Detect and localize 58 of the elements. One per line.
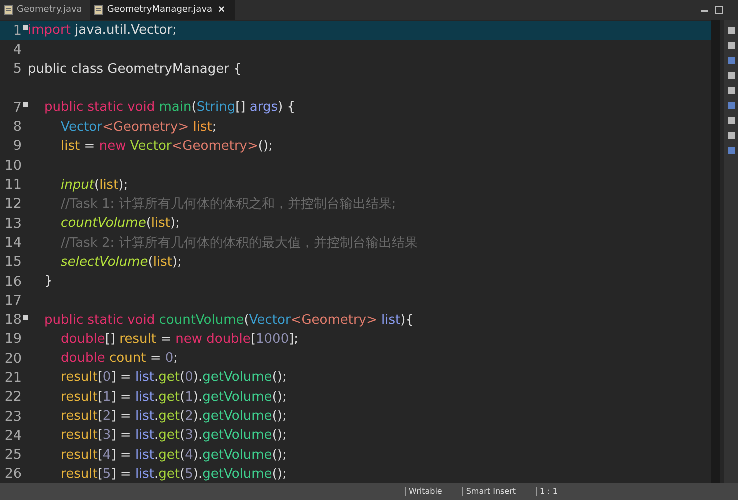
- code-line: list = new Vector<Geometry>();: [60, 138, 273, 154]
- code-line: Vector<Geometry> list;: [60, 120, 217, 135]
- line-number: 5: [13, 61, 22, 78]
- code-line: public static void main(String[] args) {: [44, 100, 296, 116]
- code-line: result[4] = list.get(4).getVolume();: [60, 448, 287, 463]
- line-number: 12: [4, 196, 22, 212]
- fold-marker-icon[interactable]: [23, 25, 28, 30]
- code-line: double[] result = new double[1000];: [60, 332, 299, 347]
- java-file-icon: [4, 5, 13, 15]
- fold-marker-icon[interactable]: [23, 314, 28, 320]
- code-line: input(list);: [60, 178, 128, 193]
- line-number: 4: [13, 42, 22, 58]
- status-field: Smart Insert: [462, 487, 536, 496]
- code-line: selectVolume(list);: [60, 254, 182, 270]
- editor-tab[interactable]: Geometry.java: [0, 0, 90, 20]
- tab-label: Geometry.java: [17, 5, 82, 15]
- status-field: Writable: [405, 487, 462, 496]
- line-number: 15: [4, 254, 22, 270]
- code-line: countVolume(list);: [60, 216, 180, 232]
- status-field: 1 : 1: [536, 487, 578, 496]
- code-line: }: [44, 274, 53, 289]
- code-line: double count = 0;: [60, 351, 178, 366]
- line-number: 17: [4, 292, 22, 309]
- line-number: 13: [4, 216, 22, 232]
- line-number: 8: [13, 119, 22, 136]
- code-line: result[5] = list.get(5).getVolume();: [60, 466, 287, 482]
- line-number: 1: [13, 22, 22, 39]
- line-number: 18: [4, 312, 22, 328]
- code-line: public static void countVolume(Vector<Geometry> list){: [44, 312, 414, 328]
- tab-label: GeometryManager.java: [107, 5, 213, 15]
- line-number: 7: [13, 100, 22, 116]
- code-line: import java.util.Vector;: [28, 23, 177, 38]
- line-number: 11: [4, 177, 22, 194]
- line-number: 25: [4, 447, 22, 464]
- code-line: result[2] = list.get(2).getVolume();: [60, 409, 287, 424]
- line-number: 26: [4, 466, 22, 482]
- code-line: public class GeometryManager {: [28, 62, 242, 77]
- line-number: 16: [4, 274, 22, 290]
- code-line: result[3] = list.get(3).getVolume();: [60, 428, 287, 444]
- line-number: 19: [4, 331, 22, 348]
- maximize-icon[interactable]: [715, 6, 724, 14]
- line-number: 20: [4, 350, 22, 367]
- editor-tab[interactable]: GeometryManager.java ×: [90, 0, 235, 20]
- line-number: 23: [4, 408, 22, 425]
- code-line: result[0] = list.get(0).getVolume();: [60, 370, 287, 386]
- close-button[interactable]: ×: [216, 4, 227, 16]
- line-number: 9: [13, 138, 22, 154]
- code-line: //Task 2: 计算所有几何体的体积的最大值，并控制台输出结果: [60, 234, 418, 252]
- line-number: 22: [4, 389, 22, 406]
- line-number: 10: [4, 158, 22, 174]
- line-number: 14: [4, 234, 22, 251]
- line-number: 21: [4, 370, 22, 386]
- fold-marker-icon[interactable]: [23, 102, 28, 108]
- java-file-icon: [94, 5, 104, 15]
- line-number: 24: [4, 428, 22, 444]
- code-editor[interactable]: [0, 20, 711, 483]
- code-line: result[1] = list.get(1).getVolume();: [60, 390, 287, 405]
- code-line: //Task 1: 计算所有几何体的体积之和，并控制台输出结果;: [60, 196, 396, 214]
